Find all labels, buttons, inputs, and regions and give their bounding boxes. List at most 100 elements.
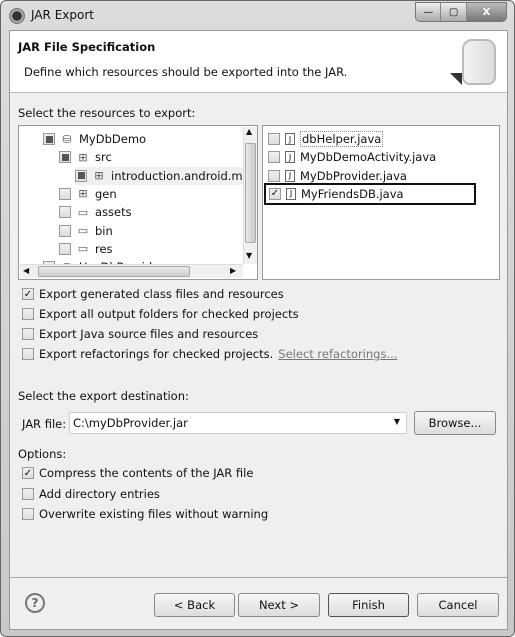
checkbox[interactable] <box>22 308 34 320</box>
tree-item-label: introduction.android.my <box>111 168 250 183</box>
jar-file-label: JAR file: <box>22 417 67 431</box>
page-title: JAR File Specification <box>18 40 156 54</box>
wizard-header: JAR File Specification Define which reso… <box>10 31 507 93</box>
java-file-icon: J <box>285 133 295 145</box>
file-item[interactable]: JdbHelper.java <box>268 130 385 148</box>
checkbox[interactable] <box>22 328 34 340</box>
eclipse-icon <box>9 8 25 24</box>
option-checkbox[interactable]: Export Java source files and resources <box>22 325 258 343</box>
jar-icon <box>462 39 496 85</box>
scroll-down-icon[interactable]: ▼ <box>246 251 252 260</box>
tree-item-label: src <box>95 150 112 165</box>
package-icon: ⊞ <box>94 169 104 183</box>
java-file-icon: J <box>285 169 295 182</box>
option-checkbox[interactable]: ✓ Export generated class files and resour… <box>22 285 284 303</box>
file-checkbox[interactable]: ✓ <box>269 187 281 200</box>
tree-item-checkbox[interactable] <box>75 169 87 182</box>
java-file-icon: J <box>285 151 295 164</box>
option-label: Export Java source files and resources <box>39 327 259 341</box>
tree-item-checkbox[interactable] <box>59 206 71 219</box>
tree-item-label: MyDbDemo <box>79 132 147 146</box>
checkbox[interactable] <box>22 348 34 360</box>
dropdown-arrow-icon[interactable]: ▼ <box>394 417 400 426</box>
tree-horizontal-scrollbar[interactable]: ◀ ▶ <box>20 264 243 278</box>
close-button[interactable]: X <box>466 3 506 21</box>
window-controls: — ▢ X <box>415 2 507 22</box>
file-label: MyDbDemoActivity.java <box>300 150 437 165</box>
file-checkbox[interactable] <box>268 151 280 164</box>
back-button[interactable]: < Back <box>154 593 235 617</box>
maximize-button[interactable]: ▢ <box>441 3 467 21</box>
tree-item-checkbox[interactable] <box>59 187 71 200</box>
scroll-left-icon[interactable]: ◀ <box>23 266 29 275</box>
file-label: MyFriendsDB.java <box>301 186 404 201</box>
tree-item-checkbox[interactable] <box>59 224 71 237</box>
folder-icon: ▭ <box>77 205 89 219</box>
checkbox[interactable]: ✓ <box>22 288 34 300</box>
tree-item[interactable]: ⊞ src <box>59 148 112 166</box>
tree-item-checkbox[interactable] <box>59 242 71 255</box>
folder-icon: ▭ <box>77 242 89 256</box>
tree-item-checkbox[interactable] <box>59 151 71 164</box>
next-button[interactable]: Next > <box>238 593 320 617</box>
option-checkbox[interactable]: Overwrite existing files without warning <box>22 505 268 523</box>
project-icon: ⛁ <box>62 132 72 146</box>
tree-item[interactable]: ⊞ gen <box>59 185 117 203</box>
file-list[interactable]: JdbHelper.java J MyDbDemoActivity.java J MyD… <box>262 125 500 280</box>
minimize-button[interactable]: — <box>416 3 442 21</box>
browse-button[interactable]: Browse... <box>414 411 496 435</box>
tree-vertical-scrollbar[interactable]: ▲ ▼ <box>243 127 257 264</box>
tree-item-label: assets <box>95 205 132 220</box>
help-icon[interactable]: ? <box>25 593 45 613</box>
scroll-right-icon[interactable]: ▶ <box>230 266 236 275</box>
file-item[interactable]: ✓ J MyFriendsDB.java <box>264 182 476 205</box>
option-label: Add directory entries <box>39 486 160 501</box>
dialog-body: JAR File Specification Define which reso… <box>9 30 508 630</box>
file-label: MyDbProvider.java <box>300 168 407 183</box>
resources-label: Select the resources to export: <box>18 106 196 120</box>
option-checkbox[interactable]: Export refactorings for checked projects… <box>22 345 397 363</box>
tree-item[interactable]: ▭ assets <box>59 203 132 221</box>
select-refactorings-link[interactable]: Select refactorings... <box>278 347 397 361</box>
tree-item[interactable]: ⊞ introduction.android.my <box>75 166 254 185</box>
tree-item[interactable]: ▭ bin <box>59 222 113 240</box>
tree-item[interactable]: ▭ res <box>59 240 113 258</box>
tree-item-label: res <box>95 241 113 256</box>
checkbox[interactable]: ✓ <box>22 467 34 479</box>
checkbox[interactable] <box>22 487 34 500</box>
page-description: Define which resources should be exporte… <box>24 65 348 79</box>
tree-item-label: gen <box>95 186 117 201</box>
wizard-triangle-icon <box>450 73 462 85</box>
tree-item[interactable]: ⛁ MyDbDemo <box>43 130 146 148</box>
checkbox[interactable] <box>22 508 34 520</box>
file-item[interactable]: J MyDbProvider.java <box>268 167 407 185</box>
scroll-up-icon[interactable]: ▲ <box>246 127 252 136</box>
tree-item-checkbox[interactable] <box>43 133 55 145</box>
separator <box>10 577 507 578</box>
title-bar: JAR Export — ▢ X <box>1 1 514 31</box>
jar-export-window: JAR Export — ▢ X JAR File Specification … <box>0 0 515 637</box>
horizontal-scroll-thumb[interactable] <box>38 266 190 277</box>
option-checkbox[interactable]: Export all output folders for checked pr… <box>22 305 299 323</box>
jar-file-combo[interactable]: C:\myDbProvider.jar ▼ <box>69 412 407 434</box>
option-label: Compress the contents of the JAR file <box>39 466 254 480</box>
option-label: Export all output folders for checked pr… <box>39 307 299 321</box>
option-checkbox[interactable]: Add directory entries <box>22 485 160 503</box>
option-label: Export refactorings for checked projects… <box>39 347 274 361</box>
option-label: Export generated class files and resourc… <box>39 287 284 301</box>
resource-tree[interactable]: ⛁ MyDbDemo ⊞ src ⊞ introduction.android.my ⊞ ge… <box>18 125 258 280</box>
file-item[interactable]: J MyDbDemoActivity.java <box>268 148 436 166</box>
cancel-button[interactable]: Cancel <box>417 593 499 617</box>
file-label: dbHelper.java <box>300 131 384 147</box>
folder-icon: ▭ <box>77 224 89 237</box>
jar-file-input[interactable]: C:\myDbProvider.jar <box>73 416 188 430</box>
vertical-scroll-thumb[interactable] <box>245 143 256 243</box>
window-title: JAR Export <box>31 8 94 22</box>
finish-button[interactable]: Finish <box>328 593 409 617</box>
destination-label: Select the export destination: <box>18 389 189 403</box>
file-checkbox[interactable] <box>268 133 280 145</box>
file-checkbox[interactable] <box>268 169 280 182</box>
option-checkbox[interactable]: ✓ Compress the contents of the JAR file <box>22 464 253 482</box>
tree-item-label: bin <box>95 223 113 238</box>
java-file-icon: J <box>286 187 296 200</box>
